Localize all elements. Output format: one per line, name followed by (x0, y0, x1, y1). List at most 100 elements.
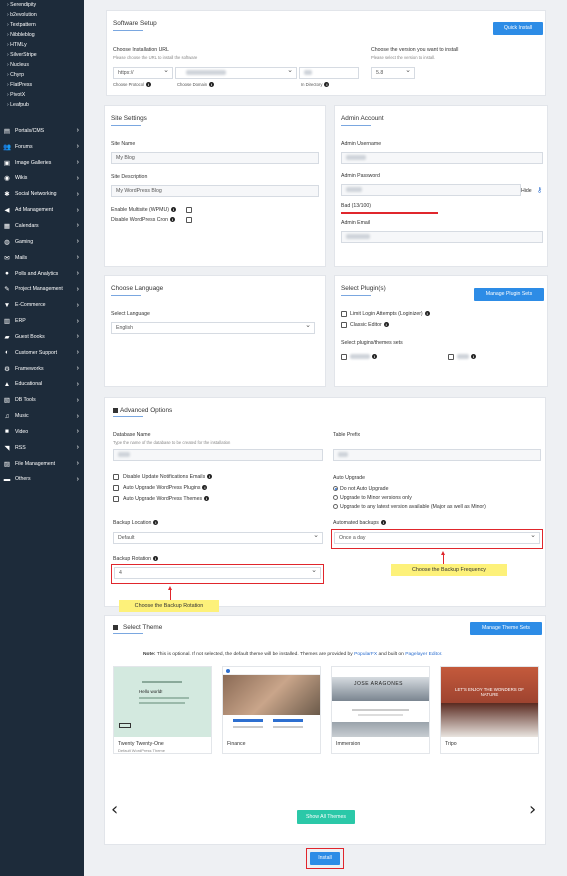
theme-card-tripo[interactable]: LET'S ENJOY THE WONDERS OF NATURE Tripo (440, 666, 539, 754)
upgrade-none-radio[interactable] (333, 486, 338, 491)
theme-subtitle: Default WordPress Theme (118, 748, 165, 753)
next-themes-arrow[interactable]: › (529, 799, 536, 820)
auto-upgrade-themes-label: Auto Upgrade WordPress Themes i (123, 496, 210, 502)
sidebar-item-music[interactable]: ♫ Music › (0, 408, 84, 424)
sidebar-item-forums[interactable]: 👥 Forums › (0, 139, 84, 155)
chevron-right-icon: › (76, 254, 79, 262)
sidebar-subitem[interactable]: b2evolution (0, 10, 84, 20)
sidebar-subitem[interactable]: PivotX (0, 90, 84, 100)
category-icon: ■ (5, 428, 9, 436)
sidebar-subitem[interactable]: Serendipity (0, 0, 84, 10)
site-settings-panel: Site Settings Site Name My Blog Site Des… (104, 105, 326, 267)
plugin-classic-editor-checkbox[interactable] (341, 322, 347, 328)
admin-password-input[interactable] (341, 184, 521, 196)
theme-name: Immersion (336, 741, 361, 747)
sidebar-subitem[interactable]: SilverStripe (0, 50, 84, 60)
admin-username-input[interactable] (341, 152, 543, 164)
info-icon: i (207, 474, 213, 480)
admin-email-input[interactable] (341, 231, 543, 243)
manage-theme-sets-button[interactable]: Manage Theme Sets (470, 622, 542, 635)
multisite-checkbox[interactable] (186, 207, 192, 213)
plugin-classic-editor-label: Classic Editor i (350, 322, 389, 328)
install-button[interactable]: Install (310, 852, 340, 865)
select-plugins-title: Select Plugin(s) (341, 285, 386, 292)
backup-location-label: Backup Location i (113, 520, 159, 526)
chevron-right-icon: › (76, 333, 79, 341)
sidebar-item-calendars[interactable]: ▦ Calendars › (0, 218, 84, 234)
show-all-themes-button[interactable]: Show All Themes (297, 810, 355, 824)
directory-input[interactable] (299, 67, 359, 79)
select-theme-panel: Select Theme Manage Theme Sets Note: Thi… (104, 615, 546, 845)
sidebar-item-others[interactable]: ▬ Others › (0, 472, 84, 488)
sidebar-item-db-tools[interactable]: ▧ DB Tools › (0, 392, 84, 408)
plugin-loginizer-checkbox[interactable] (341, 311, 347, 317)
sidebar-item-image-galleries[interactable]: ▣ Image Galleries › (0, 155, 84, 171)
sidebar-item-video[interactable]: ■ Video › (0, 424, 84, 440)
info-icon: i (424, 311, 430, 317)
plugin-set-1-checkbox[interactable] (341, 354, 347, 360)
sidebar-item-file-management[interactable]: ▨ File Management › (0, 456, 84, 472)
sidebar-item-polls-and-analytics[interactable]: ● Polls and Analytics › (0, 266, 84, 282)
backup-location-select[interactable]: Default (113, 532, 323, 544)
title-underline (341, 295, 371, 296)
sidebar-item-project-management[interactable]: ✎ Project Management › (0, 281, 84, 297)
version-select[interactable]: 5.8 (371, 67, 415, 79)
theme-card-finance[interactable]: Finance (222, 666, 321, 754)
automated-backups-select[interactable]: Once a day (334, 532, 540, 544)
theme-card-immersion[interactable]: JOSE ARAGONES Immersion (331, 666, 430, 754)
sidebar-subitem[interactable]: FlatPress (0, 80, 84, 90)
language-select[interactable]: English (111, 322, 315, 334)
chevron-right-icon: › (76, 317, 79, 325)
sidebar-item-erp[interactable]: ▥ ERP › (0, 313, 84, 329)
hide-password-button[interactable]: Hide (521, 188, 532, 194)
sidebar-subitem[interactable]: HTMLy (0, 40, 84, 50)
upgrade-major-radio[interactable] (333, 504, 338, 509)
upgrade-minor-radio[interactable] (333, 495, 338, 500)
sidebar-subitem[interactable]: Nucleus (0, 60, 84, 70)
title-underline (111, 295, 141, 296)
sidebar-item-social-networking[interactable]: ✱ Social Networking › (0, 186, 84, 202)
disable-cron-checkbox[interactable] (186, 217, 192, 223)
domain-select[interactable] (175, 67, 297, 79)
sidebar-subitem[interactable]: Textpattern (0, 20, 84, 30)
select-theme-toggle[interactable]: Select Theme (113, 624, 162, 631)
category-icon: ▧ (3, 397, 11, 405)
protocol-select[interactable]: https:// (113, 67, 173, 79)
manage-plugin-sets-button[interactable]: Manage Plugin Sets (474, 288, 544, 301)
quick-install-button[interactable]: Quick Install (493, 22, 543, 35)
sidebar-item-ad-management[interactable]: ◀ Ad Management › (0, 202, 84, 218)
prev-themes-arrow[interactable]: ‹ (111, 799, 118, 820)
chevron-right-icon: › (76, 159, 79, 167)
sidebar-item-e-commerce[interactable]: ▼ E-Commerce › (0, 297, 84, 313)
theme-card-twenty-twenty-one[interactable]: Hello world! Twenty Twenty-One Default W… (113, 666, 212, 754)
backup-rotation-select[interactable]: 4 (114, 567, 321, 579)
sidebar-subitem[interactable]: Nibbleblog (0, 30, 84, 40)
advanced-options-toggle[interactable]: Advanced Options (113, 407, 172, 414)
theme-preview (223, 667, 320, 737)
sidebar-item-mails[interactable]: ✉ Mails › (0, 250, 84, 266)
auto-upgrade-plugins-checkbox[interactable] (113, 485, 119, 491)
sidebar-item-educational[interactable]: ▲ Educational › (0, 377, 84, 393)
sidebar-item-gaming[interactable]: ◍ Gaming › (0, 234, 84, 250)
key-icon[interactable]: ⚷ (537, 186, 542, 194)
sidebar-item-portals-cms[interactable]: ▤ Portals/CMS › (0, 123, 84, 139)
pagelayer-link[interactable]: Pagelayer Editor. (405, 652, 442, 657)
auto-upgrade-themes-checkbox[interactable] (113, 496, 119, 502)
sidebar-item-label: E-Commerce (15, 302, 46, 309)
theme-name: Tripo (445, 741, 457, 747)
popularfx-link[interactable]: PopularFX (354, 652, 377, 657)
plugin-set-2-checkbox[interactable] (448, 354, 454, 360)
sidebar-item-frameworks[interactable]: ⚙ Frameworks › (0, 361, 84, 377)
sidebar-item-guest-books[interactable]: ▰ Guest Books › (0, 329, 84, 345)
site-desc-input[interactable]: My WordPress Blog (111, 185, 319, 197)
site-name-input[interactable]: My Blog (111, 152, 319, 164)
sidebar-subitem[interactable]: Chyrp (0, 70, 84, 80)
table-prefix-input[interactable] (333, 449, 541, 461)
db-name-input[interactable] (113, 449, 323, 461)
sidebar-item-label: Social Networking (15, 191, 57, 198)
sidebar-item-wikis[interactable]: ◉ Wikis › (0, 171, 84, 187)
sidebar-item-customer-support[interactable]: ◐ Customer Support › (0, 345, 84, 361)
sidebar-subitem[interactable]: Leafpub (0, 100, 84, 110)
sidebar-item-rss[interactable]: ◥ RSS › (0, 440, 84, 456)
disable-notifications-checkbox[interactable] (113, 474, 119, 480)
